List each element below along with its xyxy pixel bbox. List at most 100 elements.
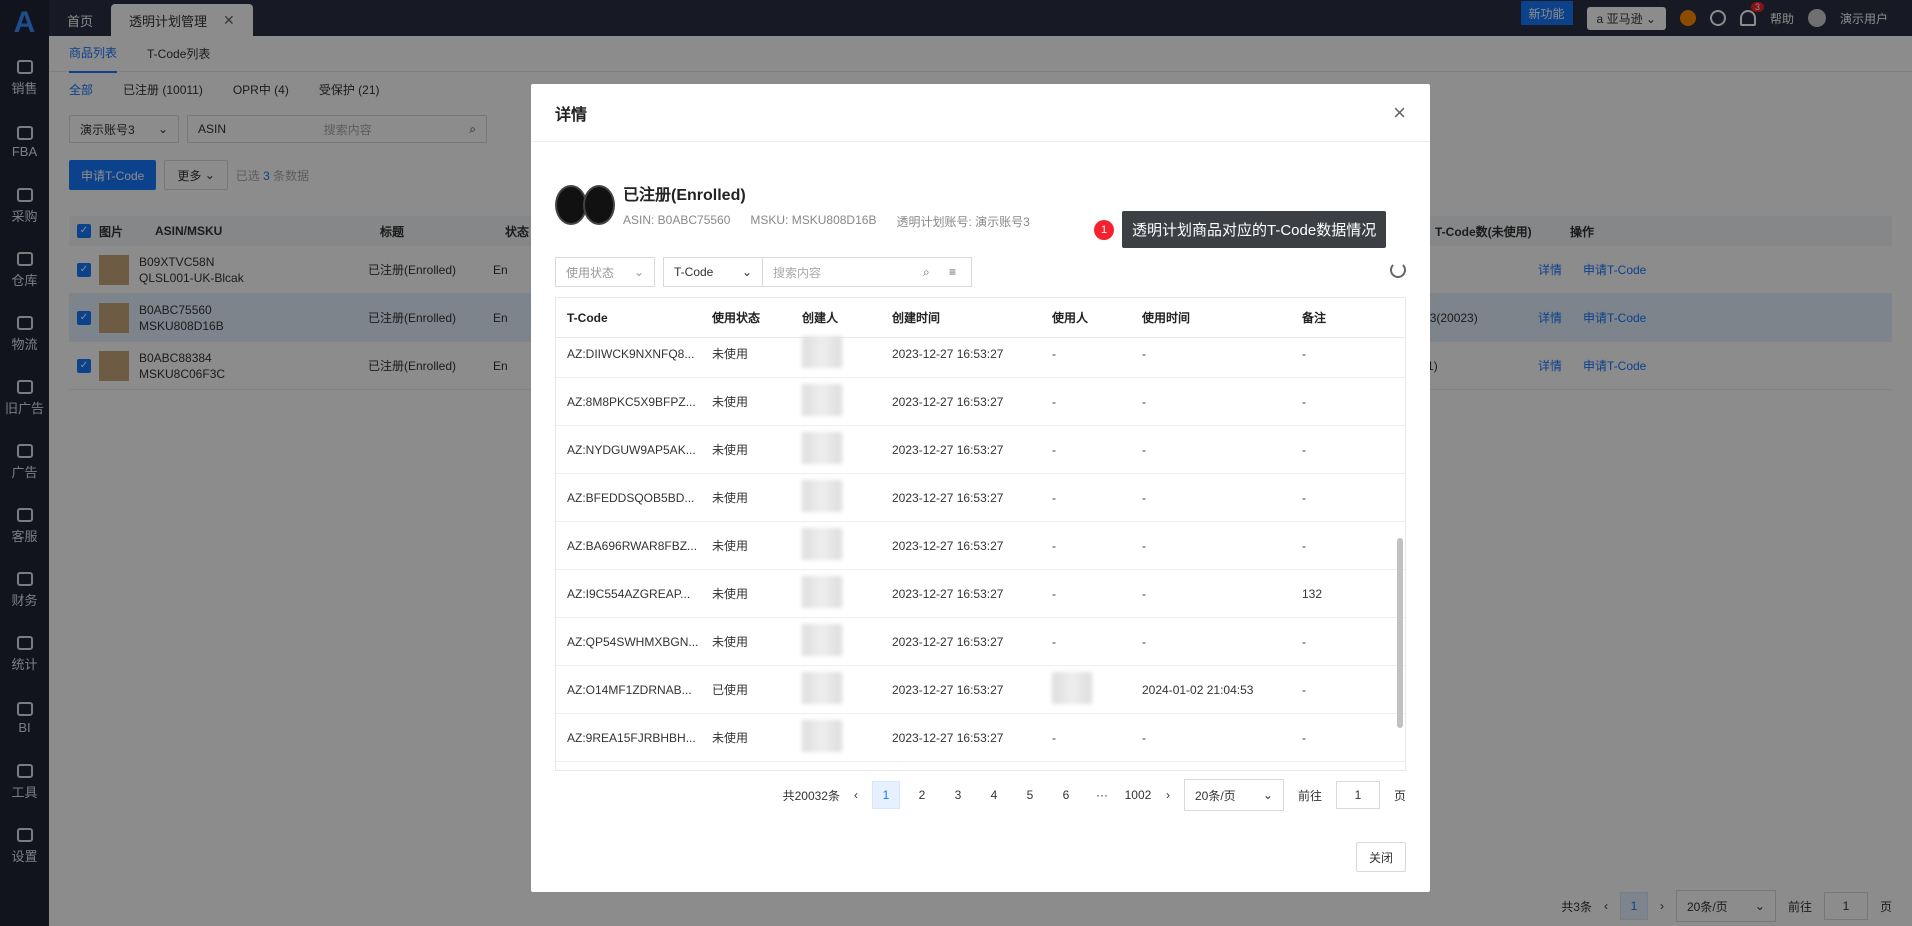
table-row: AZ:BA696RWAR8FBZ... 未使用 2023-12-27 16:53:2… (556, 522, 1405, 570)
row-used-time: - (1142, 442, 1146, 457)
product-asin: ASIN: B0ABC75560 (623, 212, 731, 227)
row-created-time: 2023-12-27 16:53:27 (892, 730, 1004, 745)
modal-page-size-select[interactable]: 20条/页 ⌄ (1183, 779, 1284, 811)
modal-header: 详情 × (531, 84, 1430, 142)
page-number[interactable]: 6 (1052, 781, 1080, 809)
status-select-value: 使用状态 (566, 265, 615, 280)
chevron-down-icon: ⌄ (633, 265, 644, 279)
page-number[interactable]: 1 (871, 781, 900, 809)
annotation-tip: 1 透明计划商品对应的T-Code数据情况 (1094, 211, 1387, 248)
table-row: AZ:BFEDDSQOB5BD... 未使用 2023-12-27 16:53:27… (556, 474, 1405, 522)
row-created-time: 2023-12-27 16:53:27 (892, 586, 1004, 601)
row-creator (802, 384, 892, 419)
col-tcode: T-Code (567, 310, 608, 325)
modal-pagination: 共20032条 ‹ 1 2 3 4 5 6 ··· 1002 › 20条/页 ⌄ 前往 1 页 (783, 779, 1406, 811)
row-tcode: AZ:9REA15FJRBHBH... (567, 730, 696, 745)
row-tcode: AZ:I9C554AZGREAP... (567, 586, 691, 601)
row-note: - (1302, 682, 1306, 697)
prev-page-icon[interactable]: ‹ (854, 788, 858, 802)
modal-filters: 使用状态 ⌄ T-Code ⌄ 搜索内容 ⌕ ≡ (555, 256, 1406, 288)
row-creator (802, 720, 892, 755)
row-creator (802, 336, 892, 371)
page-number[interactable]: 2 (908, 781, 936, 809)
status-select[interactable]: 使用状态 ⌄ (555, 257, 655, 287)
row-used-time: - (1142, 490, 1146, 505)
row-user-cell: - (1052, 539, 1142, 553)
row-use-status: 已使用 (712, 683, 749, 697)
page-number[interactable]: ··· (1088, 781, 1116, 809)
table-scrollbar[interactable] (1397, 538, 1403, 728)
row-user-cell: - (1052, 395, 1142, 409)
page-number[interactable]: 3 (944, 781, 972, 809)
row-created-time: 2023-12-27 16:53:27 (892, 394, 1004, 409)
redacted-creator (802, 720, 842, 752)
row-creator (802, 672, 892, 707)
row-used-time: - (1142, 346, 1146, 361)
row-created-time: 2023-12-27 16:53:27 (892, 346, 1004, 361)
row-use-status: 未使用 (712, 395, 749, 409)
row-note: - (1302, 538, 1306, 553)
col-used-time: 使用时间 (1142, 311, 1191, 325)
row-tcode: AZ:BA696RWAR8FBZ... (567, 538, 698, 553)
field-select[interactable]: T-Code ⌄ (663, 257, 763, 287)
search-icon[interactable]: ⌕ (923, 265, 949, 280)
row-created-time: 2023-12-27 16:53:27 (892, 682, 1004, 697)
row-user-cell: - (1052, 443, 1142, 457)
modal-pager-total: 共20032条 (782, 788, 840, 803)
table-row: AZ:DIIWCK9NXNFQ8... 未使用 2023-12-27 16:53:2… (556, 330, 1405, 378)
page-number[interactable]: 1002 (1124, 781, 1152, 809)
row-user-cell (1052, 672, 1142, 707)
tip-number: 1 (1094, 219, 1114, 240)
modal-search-placeholder: 搜索内容 (773, 265, 822, 280)
row-used-time: - (1142, 634, 1146, 649)
col-use-status: 使用状态 (712, 311, 761, 325)
row-note: - (1302, 634, 1306, 649)
row-user-cell: - (1052, 491, 1142, 505)
col-creator: 创建人 (802, 311, 839, 325)
close-button[interactable]: 关闭 (1355, 842, 1406, 872)
row-user: - (1052, 634, 1056, 649)
col-created-time: 创建时间 (892, 311, 941, 325)
row-note: - (1302, 346, 1306, 361)
refresh-icon[interactable] (1390, 262, 1406, 278)
modal-title: 详情 (555, 106, 588, 124)
row-creator (802, 624, 892, 659)
row-tcode: AZ:NYDGUW9AP5AK... (567, 442, 696, 457)
row-note: - (1302, 730, 1306, 745)
product-image (555, 180, 615, 230)
row-user-cell: - (1052, 635, 1142, 649)
row-use-status: 未使用 (712, 491, 749, 505)
page-number[interactable]: 5 (1016, 781, 1044, 809)
row-user-cell: - (1052, 731, 1142, 745)
tip-text: 透明计划商品对应的T-Code数据情况 (1122, 211, 1387, 248)
modal-page-size-value: 20条/页 (1194, 788, 1236, 803)
row-use-status: 未使用 (712, 347, 749, 361)
row-note: - (1302, 394, 1306, 409)
redacted-creator (802, 672, 842, 704)
tcode-table: T-Code 使用状态 创建人 创建时间 使用人 使用时间 备注 AZ:DIIW… (555, 297, 1406, 771)
row-created-time: 2023-12-27 16:53:27 (892, 634, 1004, 649)
next-page-icon[interactable]: › (1166, 788, 1170, 802)
table-row: AZ:8M8PKC5X9BFPZ... 未使用 2023-12-27 16:53:2… (556, 378, 1405, 426)
redacted-creator (802, 576, 842, 608)
table-row: AZ:9REA15FJRBHBH... 未使用 2023-12-27 16:53:2… (556, 714, 1405, 762)
row-used-time: - (1142, 538, 1146, 553)
row-user: - (1052, 442, 1056, 457)
filter-lines-icon[interactable]: ≡ (949, 265, 971, 279)
redacted-user (1052, 672, 1092, 704)
modal-goto-input[interactable]: 1 (1335, 781, 1380, 809)
product-status: 已注册(Enrolled) (623, 186, 746, 204)
table-row: AZ:NYDGUW9AP5AK... 未使用 2023-12-27 16:53:27… (556, 426, 1405, 474)
detail-modal: 详情 × 已注册(Enrolled) ASIN: B0ABC75560 MSKU… (531, 84, 1430, 892)
row-created-time: 2023-12-27 16:53:27 (892, 538, 1004, 553)
field-select-value: T-Code (674, 265, 714, 279)
modal-search-input[interactable]: 搜索内容 ⌕ ≡ (762, 257, 972, 287)
close-icon[interactable]: × (1393, 100, 1406, 126)
redacted-creator (802, 432, 842, 464)
page-number[interactable]: 4 (980, 781, 1008, 809)
row-creator (802, 576, 892, 611)
row-user-cell: - (1052, 587, 1142, 601)
redacted-creator (802, 624, 842, 656)
row-user: - (1052, 730, 1056, 745)
product-info: 已注册(Enrolled) ASIN: B0ABC75560 MSKU: MSK… (555, 180, 1030, 230)
